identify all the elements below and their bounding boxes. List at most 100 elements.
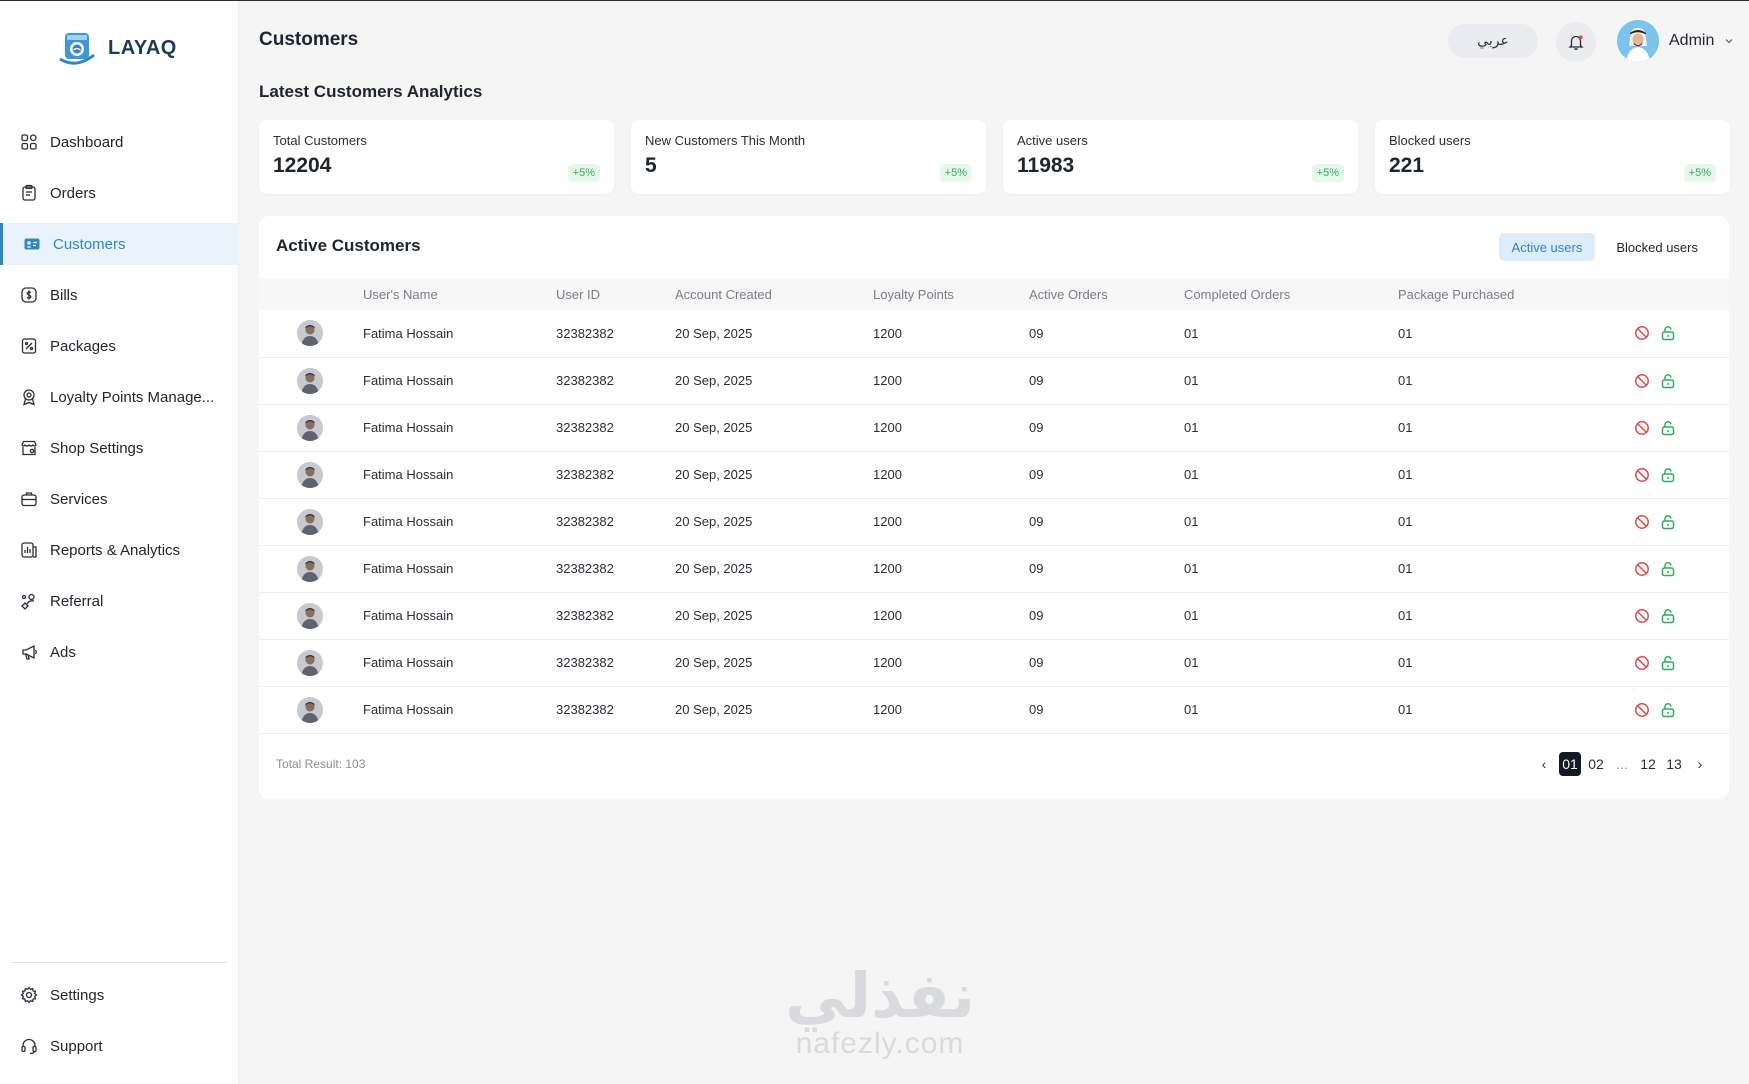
column-header-name[interactable]: User's Name: [363, 278, 556, 310]
sidebar-item-packages[interactable]: Packages: [0, 325, 239, 367]
table-row[interactable]: Fatima Hossain 32382382 20 Sep, 2025 1200 09…: [259, 686, 1729, 733]
table-row[interactable]: Fatima Hossain 32382382 20 Sep, 2025 1200 09…: [259, 357, 1729, 404]
column-header-completed-orders[interactable]: Completed Orders: [1184, 278, 1398, 310]
sidebar-nav: Dashboard Orders Customers Bills Package…: [0, 121, 239, 682]
prev-page-button[interactable]: ‹: [1533, 752, 1555, 776]
unlock-user-button[interactable]: [1660, 561, 1676, 577]
watermark-arabic-text: نفذلي: [785, 959, 975, 1032]
cell-user-name: Fatima Hossain: [363, 514, 454, 529]
block-user-button[interactable]: [1634, 608, 1650, 624]
unlock-user-button[interactable]: [1660, 702, 1676, 718]
sidebar-item-label: Reports & Analytics: [50, 541, 181, 559]
cell-account-created: 20 Sep, 2025: [675, 561, 753, 576]
block-user-button[interactable]: [1634, 561, 1650, 577]
column-header-user-id[interactable]: User ID: [556, 278, 675, 310]
page-button[interactable]: 02: [1585, 752, 1607, 776]
row-actions: [1634, 608, 1729, 624]
user-photo-icon: [297, 508, 323, 535]
sidebar-item-bills[interactable]: Bills: [0, 274, 239, 316]
sidebar-item-referral[interactable]: Referral: [0, 580, 239, 622]
block-user-button[interactable]: [1634, 702, 1650, 718]
cell-account-created: 20 Sep, 2025: [675, 702, 753, 717]
cell-package-purchased: 01: [1398, 420, 1413, 435]
avatar: [297, 461, 323, 488]
cell-account-created: 20 Sep, 2025: [675, 467, 753, 482]
user-filter-tabs: Active users Blocked users: [1498, 233, 1711, 261]
next-page-button[interactable]: ›: [1689, 752, 1711, 776]
stat-change-badge: +5%: [567, 164, 600, 182]
row-actions: [1634, 514, 1729, 530]
table-row[interactable]: Fatima Hossain 32382382 20 Sep, 2025 1200 09…: [259, 404, 1729, 451]
cell-package-purchased: 01: [1398, 325, 1413, 341]
sidebar-divider: [11, 962, 227, 963]
unlock-user-button[interactable]: [1660, 608, 1676, 624]
cell-account-created: 20 Sep, 2025: [675, 420, 753, 435]
block-user-button[interactable]: [1634, 373, 1650, 389]
briefcase-icon: [20, 490, 38, 508]
unlock-icon: [1661, 655, 1675, 670]
table-row[interactable]: Fatima Hossain 32382382 20 Sep, 2025 1200 09…: [259, 498, 1729, 545]
sidebar-item-reports[interactable]: Reports & Analytics: [0, 529, 239, 571]
cell-user-name: Fatima Hossain: [363, 420, 454, 435]
unlock-user-button[interactable]: [1660, 467, 1676, 483]
sidebar-item-customers[interactable]: Customers: [0, 223, 239, 265]
sidebar-item-services[interactable]: Services: [0, 478, 239, 520]
unlock-user-button[interactable]: [1660, 325, 1676, 341]
tab-blocked-users[interactable]: Blocked users: [1603, 233, 1711, 261]
cell-user-name: Fatima Hossain: [363, 561, 454, 576]
block-user-button[interactable]: [1634, 467, 1650, 483]
tab-active-users[interactable]: Active users: [1498, 233, 1596, 261]
cell-user-id: 32382382: [556, 655, 614, 670]
unlock-icon: [1661, 420, 1675, 435]
sidebar: LAYAQ Dashboard Orders Customers Bills P…: [0, 1, 239, 1084]
cell-completed-orders: 01: [1184, 325, 1199, 341]
sidebar-item-ads[interactable]: Ads: [0, 631, 239, 673]
sidebar-item-label: Support: [50, 1037, 103, 1055]
language-toggle-button[interactable]: عربي: [1448, 24, 1538, 58]
block-user-button[interactable]: [1634, 655, 1650, 671]
table-row[interactable]: Fatima Hossain 32382382 20 Sep, 2025 1200 09…: [259, 451, 1729, 498]
sidebar-item-shop-settings[interactable]: Shop Settings: [0, 427, 239, 469]
cell-active-orders: 09: [1029, 655, 1044, 670]
cell-user-name: Fatima Hossain: [363, 467, 454, 482]
column-header-account-created[interactable]: Account Created: [675, 278, 873, 310]
block-user-button[interactable]: [1634, 514, 1650, 530]
column-header-loyalty-points[interactable]: Loyalty Points: [873, 278, 1029, 310]
sidebar-item-label: Packages: [50, 337, 116, 355]
sidebar-item-label: Ads: [50, 643, 76, 661]
unlock-user-button[interactable]: [1660, 655, 1676, 671]
page-button[interactable]: 01: [1559, 752, 1581, 776]
page-button[interactable]: 12: [1637, 752, 1659, 776]
unlock-user-button[interactable]: [1660, 420, 1676, 436]
cell-package-purchased: 01: [1398, 608, 1413, 623]
brand-logo[interactable]: LAYAQ: [56, 29, 177, 67]
table-row[interactable]: Fatima Hossain 32382382 20 Sep, 2025 1200 09…: [259, 592, 1729, 639]
sidebar-item-label: Referral: [50, 592, 104, 610]
sidebar-item-loyalty-points[interactable]: Loyalty Points Manage...: [0, 376, 239, 418]
bell-icon: [1568, 35, 1584, 50]
user-menu[interactable]: Admin: [1617, 20, 1734, 62]
watermark-domain-text: nafezly.com: [795, 1027, 965, 1060]
cell-user-id: 32382382: [556, 420, 614, 435]
block-user-button[interactable]: [1634, 420, 1650, 436]
cell-account-created: 20 Sep, 2025: [675, 608, 753, 623]
grid-icon: [20, 133, 38, 151]
table-row[interactable]: Fatima Hossain 32382382 20 Sep, 2025 1200 09…: [259, 310, 1729, 357]
sidebar-item-dashboard[interactable]: Dashboard: [0, 121, 239, 163]
sidebar-item-settings[interactable]: Settings: [0, 974, 239, 1016]
unlock-user-button[interactable]: [1660, 514, 1676, 530]
sidebar-item-orders[interactable]: Orders: [0, 172, 239, 214]
column-header-active-orders[interactable]: Active Orders: [1029, 278, 1184, 310]
sidebar-item-support[interactable]: Support: [0, 1025, 239, 1067]
notifications-button[interactable]: [1556, 22, 1596, 62]
table-row[interactable]: Fatima Hossain 32382382 20 Sep, 2025 1200 09…: [259, 545, 1729, 592]
column-header-package-purchased[interactable]: Package Purchased: [1398, 278, 1634, 310]
stat-card-new-customers: New Customers This Month 5 +5%: [631, 120, 986, 194]
pagination-ellipsis: ...: [1616, 756, 1628, 772]
block-user-button[interactable]: [1634, 325, 1650, 341]
page-button[interactable]: 13: [1663, 752, 1685, 776]
table-row[interactable]: Fatima Hossain 32382382 20 Sep, 2025 1200 09…: [259, 639, 1729, 686]
cell-user-id: 32382382: [556, 467, 614, 482]
block-icon: [1635, 561, 1649, 576]
unlock-user-button[interactable]: [1660, 373, 1676, 389]
